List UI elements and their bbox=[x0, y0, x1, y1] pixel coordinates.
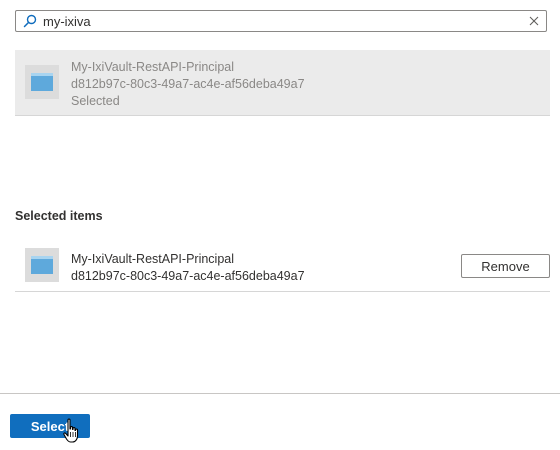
close-icon[interactable] bbox=[526, 13, 542, 29]
app-registration-icon bbox=[25, 65, 59, 99]
search-input[interactable] bbox=[39, 12, 526, 30]
select-button[interactable]: Select bbox=[10, 414, 90, 438]
search-result-item[interactable]: My-IxiVault-RestAPI-Principal d812b97c-8… bbox=[15, 50, 550, 116]
remove-button[interactable]: Remove bbox=[461, 254, 550, 278]
selected-item-id: d812b97c-80c3-49a7-ac4e-af56deba49a7 bbox=[71, 269, 305, 283]
result-id: d812b97c-80c3-49a7-ac4e-af56deba49a7 bbox=[71, 77, 305, 91]
principal-picker-panel: My-IxiVault-RestAPI-Principal d812b97c-8… bbox=[0, 0, 560, 450]
selected-item-name: My-IxiVault-RestAPI-Principal bbox=[71, 252, 235, 266]
selected-item-row: My-IxiVault-RestAPI-Principal d812b97c-8… bbox=[15, 243, 550, 292]
selected-items-heading: Selected items bbox=[15, 209, 103, 223]
search-box[interactable] bbox=[15, 10, 547, 32]
result-name: My-IxiVault-RestAPI-Principal bbox=[71, 60, 235, 74]
app-registration-icon bbox=[25, 248, 59, 282]
result-status: Selected bbox=[71, 94, 120, 108]
search-icon bbox=[21, 12, 39, 30]
footer-divider bbox=[0, 393, 560, 394]
